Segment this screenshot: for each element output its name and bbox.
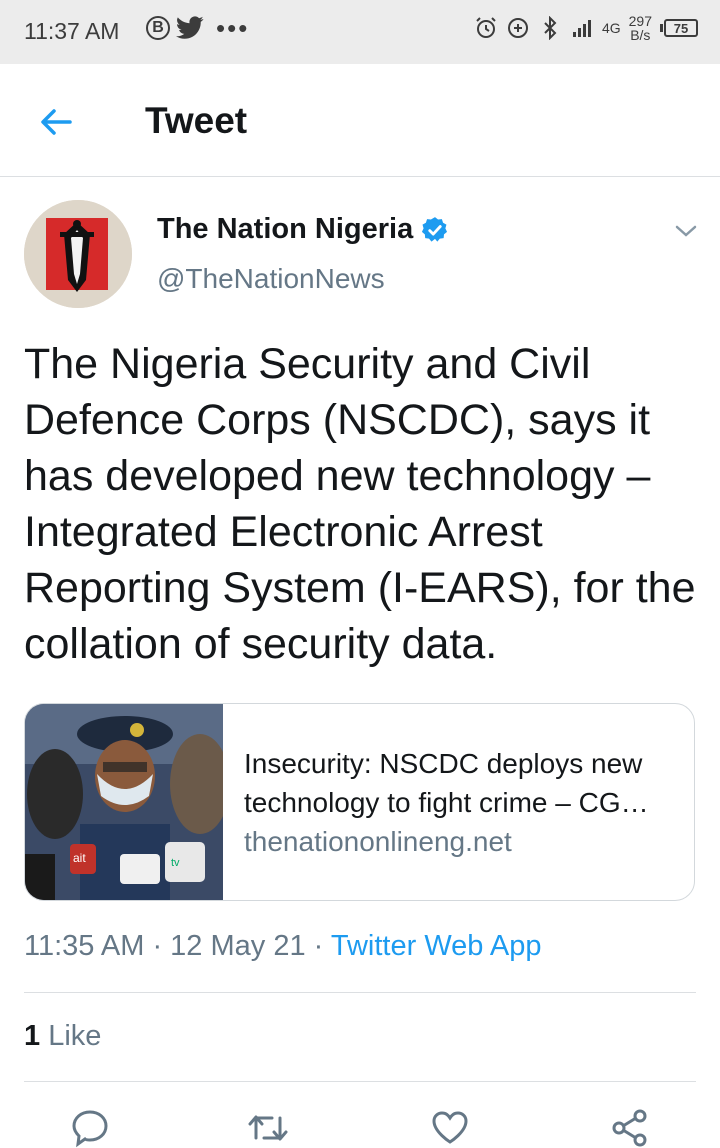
bluetooth-icon — [544, 16, 557, 40]
card-domain: thenationonlineng.net — [244, 826, 512, 857]
share-icon[interactable] — [610, 1108, 650, 1148]
network-speed: 297 B/s — [629, 14, 652, 42]
status-time: 11:37 AM — [24, 18, 120, 44]
tweet-source-link[interactable]: Twitter Web App — [331, 930, 542, 962]
avatar[interactable] — [24, 200, 132, 308]
notification-icons: B ••• — [146, 13, 250, 43]
link-preview-card[interactable]: ait tv Insecurity: NSCDC deploys new tec… — [24, 703, 695, 901]
tweet-time: 11:35 AM — [24, 930, 145, 962]
b-app-icon: B — [146, 16, 170, 40]
reply-icon[interactable] — [70, 1108, 110, 1148]
svg-text:ait: ait — [73, 851, 86, 865]
more-notifications-icon: ••• — [216, 13, 250, 43]
tweet-date: 12 May 21 — [170, 930, 306, 962]
author-handle[interactable]: @TheNationNews — [157, 263, 385, 295]
divider — [24, 992, 696, 993]
card-thumbnail-image: ait tv — [25, 704, 223, 900]
author-name[interactable]: The Nation Nigeria — [157, 213, 413, 246]
retweet-icon[interactable] — [248, 1108, 288, 1148]
svg-text:tv: tv — [171, 857, 180, 869]
verified-badge-icon — [422, 216, 448, 242]
alarm-icon — [476, 17, 496, 38]
tweet-text: The Nigeria Security and Civil Defence C… — [24, 340, 696, 668]
battery-level: 75 — [664, 19, 698, 37]
like-count: 1 — [24, 1020, 41, 1052]
heart-icon[interactable] — [430, 1108, 470, 1148]
battery-icon: 75 — [660, 19, 698, 37]
like-label: Like — [48, 1020, 102, 1052]
card-title[interactable]: Insecurity: NSCDC deploys new technology… — [244, 744, 684, 822]
nation-logo-icon — [24, 200, 132, 308]
network-type: 4G — [601, 20, 621, 36]
data-saver-icon — [507, 18, 528, 38]
network-speed-unit: B/s — [630, 27, 651, 43]
divider — [24, 1081, 696, 1082]
page-title: Tweet — [145, 100, 248, 141]
network-type-badge: 4G — [602, 21, 621, 35]
twitter-bird-icon — [176, 16, 204, 39]
network-speed-value: 297 — [628, 13, 652, 29]
tweet-meta: 11:35 AM · 12 May 21 · Twitter Web App — [24, 930, 542, 962]
system-icons: 4G 297 B/s 75 — [474, 14, 698, 42]
status-bar: 11:37 AM B ••• 4G 297 B/s 75 — [0, 0, 720, 64]
signal-icon — [572, 20, 591, 37]
chevron-down-icon[interactable] — [672, 220, 700, 242]
arrow-left-icon[interactable] — [36, 102, 76, 142]
author-name-row[interactable]: The Nation Nigeria — [157, 213, 449, 246]
top-app-bar: Tweet — [0, 64, 720, 177]
likes-summary[interactable]: 1 Like — [24, 1020, 101, 1053]
